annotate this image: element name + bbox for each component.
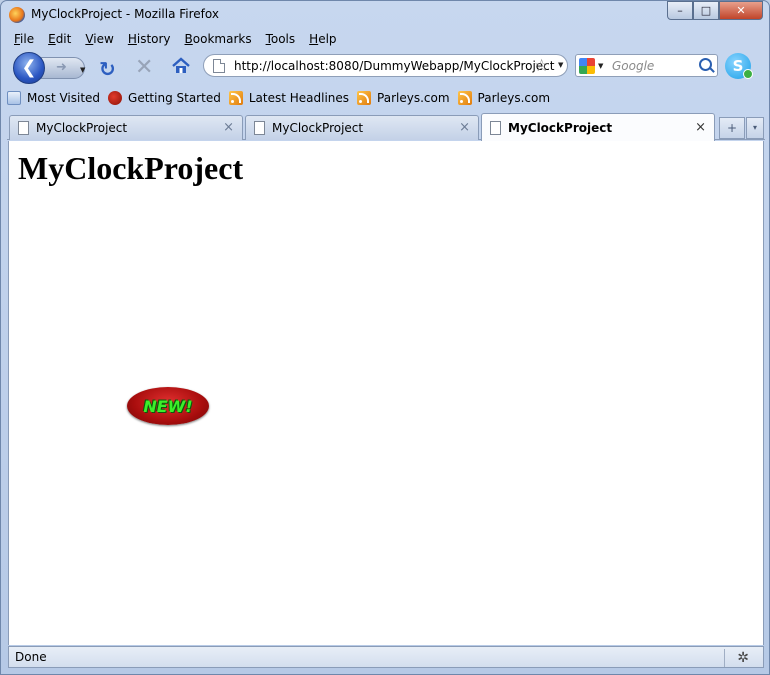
browser-window: MyClockProject - Mozilla Firefox – □ ✕ F… — [0, 0, 770, 675]
menu-bookmarks[interactable]: Bookmarks — [178, 30, 259, 48]
menu-bar: File Edit View History Bookmarks Tools H… — [7, 30, 344, 48]
window-title: MyClockProject - Mozilla Firefox — [31, 7, 219, 21]
bookmark-parleys-1[interactable]: Parleys.com — [357, 91, 450, 105]
page-icon — [490, 121, 501, 135]
tab-1[interactable]: MyClockProject × — [9, 115, 243, 140]
new-tab-button[interactable]: + — [719, 117, 745, 139]
bookmark-parleys-2[interactable]: Parleys.com — [457, 91, 551, 105]
minimize-button[interactable]: – — [667, 1, 693, 20]
star-icon[interactable]: ☆ — [534, 56, 549, 76]
back-button[interactable]: ❮ — [13, 52, 45, 84]
menu-history-rest: istory — [136, 32, 171, 46]
tab-list-button[interactable]: ▾ — [746, 117, 764, 139]
menu-view-rest: iew — [93, 32, 114, 46]
reload-icon[interactable]: ↻ — [99, 57, 116, 81]
tab-close-icon[interactable]: × — [695, 120, 706, 135]
google-icon[interactable] — [579, 58, 595, 74]
page-icon — [18, 121, 29, 135]
bookmark-label: Most Visited — [27, 91, 101, 105]
menu-tools-rest: ools — [270, 32, 296, 46]
tab-close-icon[interactable]: × — [223, 120, 234, 135]
search-bar[interactable]: ▼ Google — [575, 54, 718, 77]
firebug-icon[interactable]: ✲ — [737, 650, 749, 666]
status-bar: Done ✲ — [8, 646, 764, 668]
navigation-toolbar: ➜ ▼ ❮ ↻ ✕ http://localhost:8080/DummyWeb… — [7, 50, 765, 84]
tab-strip: MyClockProject × MyClockProject × MyCloc… — [7, 113, 765, 141]
bookmark-most-visited[interactable]: Most Visited — [7, 91, 100, 105]
status-divider — [724, 649, 725, 667]
most-visited-icon — [7, 91, 21, 105]
page-icon — [213, 59, 225, 73]
menu-edit-accel: E — [48, 32, 56, 46]
rss-icon — [228, 91, 243, 105]
maximize-button[interactable]: □ — [693, 1, 719, 20]
page-title: MyClockProject — [18, 150, 244, 186]
tab-3-active[interactable]: MyClockProject × — [481, 113, 715, 141]
bookmark-label: Parleys.com — [477, 91, 551, 105]
bookmark-getting-started[interactable]: Getting Started — [108, 91, 221, 105]
url-text[interactable]: http://localhost:8080/DummyWebapp/MyCloc… — [234, 59, 554, 73]
menu-edit-rest: dit — [55, 32, 72, 46]
title-bar: MyClockProject - Mozilla Firefox – □ ✕ — [1, 1, 769, 28]
bookmark-label: Parleys.com — [377, 91, 450, 105]
forward-arrow-icon: ➜ — [56, 60, 67, 75]
bookmark-label: Getting Started — [128, 91, 221, 105]
menu-edit[interactable]: Edit — [41, 30, 78, 48]
search-input[interactable]: Google — [612, 59, 654, 73]
menu-help-accel: H — [309, 32, 319, 46]
rss-icon — [357, 91, 372, 105]
menu-history[interactable]: History — [121, 30, 178, 48]
bookmarks-toolbar: Most Visited Getting Started Latest Head… — [7, 88, 558, 108]
menu-tools[interactable]: Tools — [259, 30, 303, 48]
stop-icon[interactable]: ✕ — [135, 55, 153, 80]
menu-file-rest: ile — [20, 32, 35, 46]
forward-button[interactable]: ➜ — [41, 57, 85, 79]
window-controls: – □ ✕ — [667, 1, 763, 20]
menu-bookmarks-accel: B — [184, 32, 193, 46]
rss-icon — [457, 91, 472, 105]
tab-label: MyClockProject — [272, 121, 364, 135]
bookmark-latest-headlines[interactable]: Latest Headlines — [228, 91, 350, 105]
menu-file[interactable]: File — [7, 30, 41, 48]
new-badge-image: NEW! — [127, 387, 209, 425]
status-text: Done — [15, 650, 47, 664]
menu-history-accel: H — [127, 32, 137, 46]
menu-help-rest: elp — [318, 32, 337, 46]
menu-view[interactable]: View — [78, 30, 120, 48]
firefox-started-icon — [108, 91, 123, 105]
page-content: MyClockProject NEW! — [8, 141, 764, 645]
firefox-icon — [9, 7, 25, 23]
tab-label: MyClockProject — [508, 121, 613, 135]
skype-status-icon — [743, 69, 753, 79]
page-icon — [254, 121, 265, 135]
tab-close-icon[interactable]: × — [459, 120, 470, 135]
tab-label: MyClockProject — [36, 121, 128, 135]
close-button[interactable]: ✕ — [719, 1, 763, 20]
address-bar[interactable]: http://localhost:8080/DummyWebapp/MyCloc… — [203, 54, 568, 77]
menu-help[interactable]: Help — [302, 30, 343, 48]
history-dropdown-icon[interactable]: ▼ — [80, 66, 85, 74]
bookmark-label: Latest Headlines — [248, 91, 350, 105]
back-arrow-icon: ❮ — [21, 57, 37, 78]
new-badge-text: NEW! — [143, 396, 193, 416]
tab-2[interactable]: MyClockProject × — [245, 115, 479, 140]
url-dropdown-icon[interactable]: ▼ — [558, 61, 563, 69]
magnifier-icon[interactable] — [699, 58, 712, 71]
home-icon[interactable] — [171, 56, 191, 76]
search-engine-dropdown-icon[interactable]: ▼ — [598, 62, 603, 70]
menu-bookmarks-rest: ookmarks — [192, 32, 252, 46]
